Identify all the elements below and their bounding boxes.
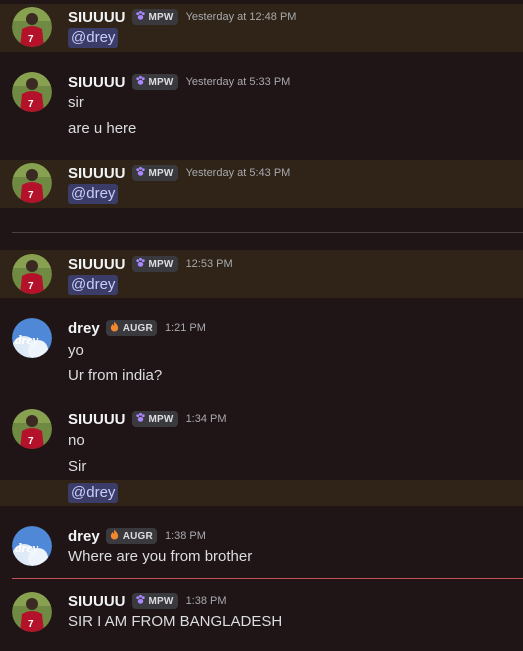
orange-flame-icon bbox=[109, 321, 120, 335]
username[interactable]: SIUUUU bbox=[68, 165, 126, 182]
guild-tag-badge[interactable]: MPW bbox=[131, 74, 178, 90]
avatar[interactable]: 7 bbox=[12, 592, 52, 632]
message-text: sir bbox=[68, 94, 84, 111]
purple-paw-icon bbox=[135, 10, 146, 24]
svg-text:7: 7 bbox=[28, 436, 34, 447]
message-header: SIUUUU MPW Yesterday at 5:33 PM bbox=[68, 72, 290, 92]
timestamp[interactable]: 12:53 PM bbox=[186, 258, 233, 270]
svg-text:7: 7 bbox=[28, 34, 34, 45]
message-content: @drey bbox=[68, 483, 119, 503]
avatar[interactable]: drey bbox=[12, 526, 52, 566]
guild-tag-badge[interactable]: MPW bbox=[131, 9, 178, 25]
guild-tag-label: AUGR bbox=[122, 322, 153, 334]
drey-logo-text: drey bbox=[15, 540, 38, 555]
username[interactable]: SIUUUU bbox=[68, 256, 126, 273]
purple-paw-icon bbox=[135, 412, 146, 426]
guild-tag-label: MPW bbox=[148, 167, 174, 179]
timestamp[interactable]: Yesterday at 5:43 PM bbox=[186, 167, 291, 179]
guild-tag-label: MPW bbox=[148, 11, 174, 23]
guild-tag-badge[interactable]: MPW bbox=[131, 411, 178, 427]
guild-tag-label: MPW bbox=[148, 413, 174, 425]
message-content: @drey bbox=[68, 28, 119, 48]
message-text: no bbox=[68, 432, 85, 449]
message-text: yo bbox=[68, 342, 84, 359]
chat-message-list: 7 SIUUUU MPW Yesterday at 12:48 PM @drey… bbox=[0, 0, 523, 651]
message-text: Ur from india? bbox=[68, 367, 163, 384]
timestamp[interactable]: 1:34 PM bbox=[186, 413, 227, 425]
message-header: drey AUGR 1:38 PM bbox=[68, 526, 206, 546]
purple-paw-icon bbox=[135, 166, 146, 180]
purple-paw-icon bbox=[135, 75, 146, 89]
orange-flame-icon bbox=[109, 529, 120, 543]
guild-tag-badge[interactable]: AUGR bbox=[105, 528, 157, 544]
message-content: @drey bbox=[68, 184, 119, 204]
guild-tag-label: MPW bbox=[148, 258, 174, 270]
message-header: SIUUUU MPW Yesterday at 5:43 PM bbox=[68, 163, 290, 183]
username[interactable]: SIUUUU bbox=[68, 593, 126, 610]
username[interactable]: SIUUUU bbox=[68, 74, 126, 91]
message-header: drey AUGR 1:21 PM bbox=[68, 318, 206, 338]
purple-paw-icon bbox=[135, 594, 146, 608]
svg-text:7: 7 bbox=[28, 619, 34, 630]
drey-logo-text: drey bbox=[15, 332, 38, 347]
timestamp[interactable]: 1:38 PM bbox=[186, 595, 227, 607]
username[interactable]: drey bbox=[68, 320, 100, 337]
avatar[interactable]: 7 bbox=[12, 254, 52, 294]
message-header: SIUUUU MPW 1:38 PM bbox=[68, 591, 227, 611]
timestamp[interactable]: Yesterday at 12:48 PM bbox=[186, 11, 297, 23]
username[interactable]: SIUUUU bbox=[68, 411, 126, 428]
timestamp[interactable]: 1:21 PM bbox=[165, 322, 206, 334]
timestamp[interactable]: Yesterday at 5:33 PM bbox=[186, 76, 291, 88]
avatar[interactable]: 7 bbox=[12, 7, 52, 47]
message-header: SIUUUU MPW 12:53 PM bbox=[68, 254, 233, 274]
new-messages-divider bbox=[12, 578, 523, 579]
message-content: @drey bbox=[68, 275, 119, 295]
message-text: SIR I AM FROM BANGLADESH bbox=[68, 613, 283, 630]
message-header: SIUUUU MPW Yesterday at 12:48 PM bbox=[68, 7, 296, 27]
svg-text:7: 7 bbox=[28, 281, 34, 292]
avatar[interactable]: 7 bbox=[12, 409, 52, 449]
username[interactable]: drey bbox=[68, 528, 100, 545]
user-mention[interactable]: @drey bbox=[68, 275, 119, 295]
avatar[interactable]: drey bbox=[12, 318, 52, 358]
message-text: are u here bbox=[68, 120, 137, 137]
avatar[interactable]: 7 bbox=[12, 163, 52, 203]
purple-paw-icon bbox=[135, 257, 146, 271]
user-mention[interactable]: @drey bbox=[68, 184, 119, 204]
user-mention[interactable]: @drey bbox=[68, 28, 119, 48]
svg-text:7: 7 bbox=[28, 190, 34, 201]
timestamp[interactable]: 1:38 PM bbox=[165, 530, 206, 542]
guild-tag-badge[interactable]: MPW bbox=[131, 256, 178, 272]
svg-text:7: 7 bbox=[28, 99, 34, 110]
day-divider bbox=[12, 232, 523, 233]
message-header: SIUUUU MPW 1:34 PM bbox=[68, 409, 227, 429]
guild-tag-badge[interactable]: MPW bbox=[131, 165, 178, 181]
guild-tag-badge[interactable]: AUGR bbox=[105, 320, 157, 336]
guild-tag-label: MPW bbox=[148, 595, 174, 607]
guild-tag-label: MPW bbox=[148, 76, 174, 88]
message-text: Where are you from brother bbox=[68, 548, 253, 565]
user-mention[interactable]: @drey bbox=[68, 483, 119, 503]
guild-tag-badge[interactable]: MPW bbox=[131, 593, 178, 609]
guild-tag-label: AUGR bbox=[122, 530, 153, 542]
message-text: Sir bbox=[68, 458, 87, 475]
username[interactable]: SIUUUU bbox=[68, 9, 126, 26]
avatar[interactable]: 7 bbox=[12, 72, 52, 112]
